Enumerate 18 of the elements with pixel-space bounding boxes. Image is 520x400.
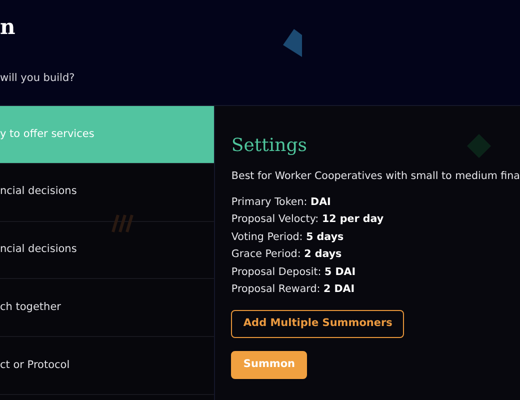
wedge-shape-icon	[282, 27, 304, 59]
settings-heading: Settings	[231, 135, 307, 157]
dao-type-option[interactable]: ct or Protocol	[0, 337, 214, 395]
setting-line: Voting Period: 5 days	[231, 230, 345, 245]
description-text: Best for Worker Cooperatives with small to medium fina	[231, 168, 520, 184]
stripes-icon	[110, 212, 134, 234]
diamond-shape-icon	[466, 133, 492, 159]
setting-line: Grace Period: 2 days	[231, 247, 343, 262]
subtitle: will you build?	[0, 71, 75, 86]
setting-line: Proposal Deposit: 5 DAI	[231, 264, 357, 280]
dao-type-option[interactable]: ch together	[0, 279, 214, 338]
setting-line: Proposal Velocty: 12 per day	[231, 212, 385, 228]
dao-type-option[interactable]: ncial decisions	[0, 164, 214, 222]
setting-line: Proposal Reward: 2 DAI	[231, 282, 356, 298]
page-title: n	[0, 13, 16, 41]
dao-type-option[interactable]: ncial decisions	[0, 222, 214, 280]
add-summoners-button[interactable]: Add Multiple Summoners	[231, 310, 404, 338]
setting-line: Primary Token: DAI	[231, 195, 332, 210]
